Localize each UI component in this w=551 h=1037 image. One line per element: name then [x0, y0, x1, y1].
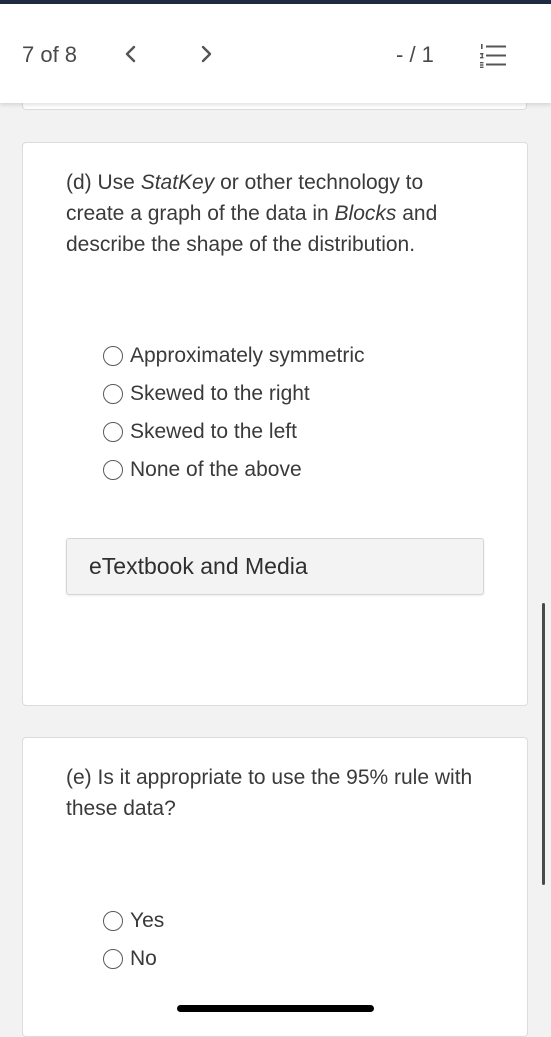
numbered-list-icon	[480, 44, 506, 68]
question-e-options: Yes No	[103, 902, 164, 978]
question-e-text: (e) Is it appropriate to use the 95% rul…	[66, 766, 473, 820]
option-no[interactable]: No	[103, 940, 164, 978]
chevron-right-icon	[201, 45, 212, 63]
question-position: 7 of 8	[22, 42, 78, 67]
radio-button[interactable]	[103, 460, 123, 480]
option-yes[interactable]: Yes	[103, 902, 164, 940]
score-display: - / 1	[396, 42, 434, 67]
option-none-of-the-above[interactable]: None of the above	[103, 451, 365, 489]
radio-button[interactable]	[103, 911, 123, 931]
radio-button[interactable]	[103, 949, 123, 969]
question-card-e: (e) Is it appropriate to use the 95% rul…	[22, 737, 528, 1037]
next-question-button[interactable]	[192, 40, 220, 68]
option-approximately-symmetric[interactable]: Approximately symmetric	[103, 337, 365, 375]
question-list-button[interactable]	[478, 42, 510, 74]
option-label: Skewed to the left	[130, 420, 297, 443]
option-label: None of the above	[130, 458, 302, 481]
option-label: No	[130, 947, 157, 970]
option-label: Skewed to the right	[130, 382, 310, 405]
etextbook-media-button[interactable]: eTextbook and Media	[66, 538, 484, 595]
radio-button[interactable]	[103, 346, 123, 366]
option-skewed-right[interactable]: Skewed to the right	[103, 375, 365, 413]
question-d-text: (d) Use StatKey or other technology to c…	[66, 171, 438, 256]
radio-button[interactable]	[103, 422, 123, 442]
option-label: Yes	[130, 909, 165, 932]
radio-button[interactable]	[103, 384, 123, 404]
chevron-left-icon	[125, 45, 136, 63]
option-skewed-left[interactable]: Skewed to the left	[103, 413, 365, 451]
question-d-options: Approximately symmetric Skewed to the ri…	[103, 337, 365, 489]
home-indicator[interactable]	[177, 1005, 374, 1012]
question-card-d: (d) Use StatKey or other technology to c…	[22, 142, 528, 706]
option-label: Approximately symmetric	[130, 344, 365, 367]
header-bar: 7 of 8 - / 1	[0, 4, 551, 103]
previous-question-button[interactable]	[117, 40, 145, 68]
scrollbar-thumb[interactable]	[542, 603, 545, 885]
